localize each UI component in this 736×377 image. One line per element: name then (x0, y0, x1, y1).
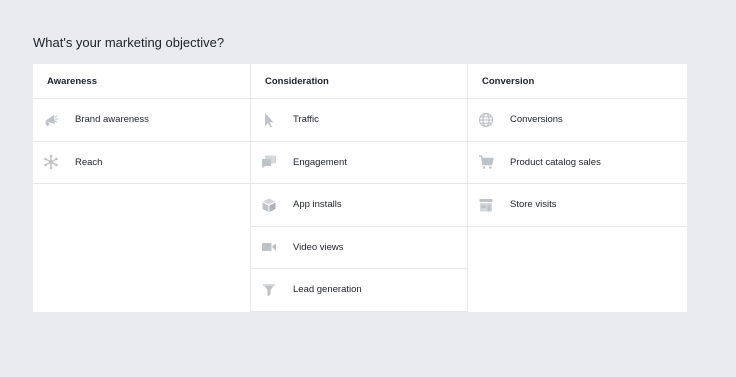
option-app-installs[interactable]: App installs (251, 184, 467, 227)
option-label: Lead generation (293, 284, 362, 296)
option-label: Traffic (293, 114, 319, 126)
column-awareness: Awareness Brand awareness Reach (33, 64, 251, 312)
globe-icon (477, 111, 495, 129)
option-label: Reach (75, 156, 103, 168)
column-header-conversion: Conversion (468, 64, 687, 99)
option-brand-awareness[interactable]: Brand awareness (33, 99, 250, 142)
chat-bubbles-icon (260, 153, 278, 171)
column-header-consideration: Consideration (251, 64, 467, 99)
cursor-icon (260, 111, 278, 129)
reach-icon (42, 153, 60, 171)
column-consideration: Consideration Traffic Engagement App ins… (251, 64, 468, 312)
megaphone-icon (42, 111, 60, 129)
option-video-views[interactable]: Video views (251, 227, 467, 269)
option-label: Product catalog sales (510, 156, 601, 168)
column-header-awareness: Awareness (33, 64, 250, 99)
box-icon (260, 196, 278, 214)
column-conversion: Conversion Conversions Product catalog s… (468, 64, 687, 312)
option-label: Brand awareness (75, 114, 149, 126)
option-traffic[interactable]: Traffic (251, 99, 467, 142)
shopping-cart-icon (477, 153, 495, 171)
option-reach[interactable]: Reach (33, 142, 250, 184)
storefront-icon (477, 196, 495, 214)
option-label: Video views (293, 241, 344, 253)
option-engagement[interactable]: Engagement (251, 142, 467, 184)
objective-grid: Awareness Brand awareness Reach Consider… (33, 64, 687, 312)
option-lead-generation[interactable]: Lead generation (251, 269, 467, 312)
funnel-icon (260, 281, 278, 299)
option-label: App installs (293, 199, 342, 211)
option-label: Engagement (293, 156, 347, 168)
option-store-visits[interactable]: Store visits (468, 184, 687, 227)
option-label: Store visits (510, 199, 557, 211)
option-product-catalog-sales[interactable]: Product catalog sales (468, 142, 687, 184)
option-label: Conversions (510, 114, 563, 126)
video-camera-icon (260, 238, 278, 256)
option-conversions[interactable]: Conversions (468, 99, 687, 142)
page-title: What's your marketing objective? (33, 35, 225, 50)
